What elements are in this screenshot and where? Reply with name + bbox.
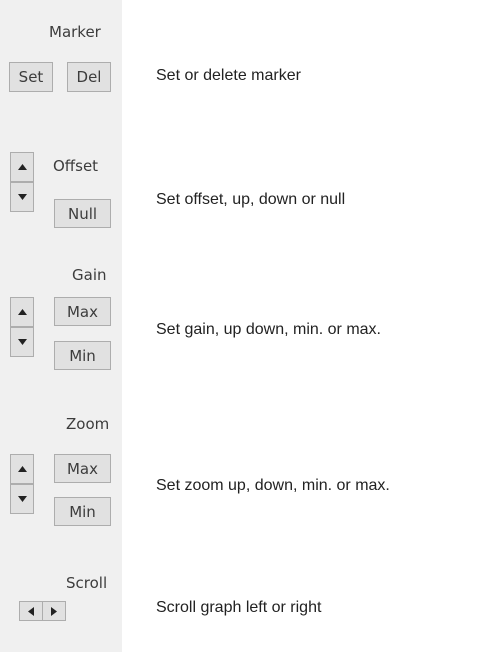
zoom-description: Set zoom up, down, min. or max. (156, 477, 390, 494)
arrow-down-icon (17, 194, 27, 200)
offset-label: Offset (53, 157, 99, 175)
gain-description: Set gain, up down, min. or max. (156, 321, 381, 338)
offset-description: Set offset, up, down or null (156, 191, 346, 208)
gain-up-button[interactable] (10, 297, 34, 327)
zoom-min-button[interactable]: Min (54, 497, 111, 526)
arrow-up-icon (17, 309, 27, 315)
offset-null-button[interactable]: Null (54, 199, 111, 228)
offset-up-button[interactable] (10, 152, 34, 182)
gain-min-button[interactable]: Min (54, 341, 111, 370)
offset-down-button[interactable] (10, 182, 34, 212)
arrow-up-icon (17, 466, 27, 472)
marker-description: Set or delete marker (156, 67, 301, 84)
zoom-up-button[interactable] (10, 454, 34, 484)
zoom-down-button[interactable] (10, 484, 34, 514)
gain-label: Gain (72, 266, 107, 284)
arrow-left-icon (28, 606, 34, 616)
arrow-down-icon (17, 496, 27, 502)
scroll-right-button[interactable] (42, 601, 66, 621)
marker-label: Marker (49, 23, 101, 41)
arrow-down-icon (17, 339, 27, 345)
scroll-label: Scroll (66, 574, 108, 592)
gain-max-button[interactable]: Max (54, 297, 111, 326)
marker-delete-button[interactable]: Del (67, 62, 111, 92)
scroll-left-button[interactable] (19, 601, 43, 621)
control-panel: Marker Set Del Offset Null Gain Max Min … (0, 0, 122, 652)
gain-down-button[interactable] (10, 327, 34, 357)
zoom-max-button[interactable]: Max (54, 454, 111, 483)
scroll-description: Scroll graph left or right (156, 599, 322, 616)
marker-set-button[interactable]: Set (9, 62, 53, 92)
zoom-label: Zoom (66, 415, 110, 433)
arrow-up-icon (17, 164, 27, 170)
arrow-right-icon (51, 606, 57, 616)
